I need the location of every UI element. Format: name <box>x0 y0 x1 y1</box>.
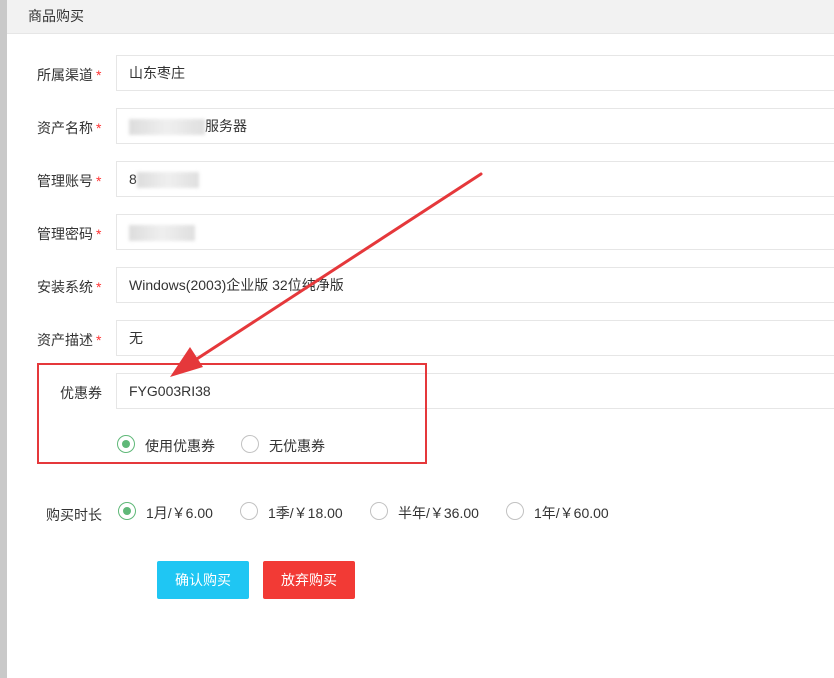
account-label: 管理账号 * <box>37 173 102 189</box>
radio-label: 使用优惠券 <box>145 438 215 454</box>
coupon-radio-group: 使用优惠券 无优惠券 <box>117 433 417 457</box>
radio-duration-1-month[interactable]: 1月/￥6.00 <box>118 500 218 524</box>
radio-label: 1月/￥6.00 <box>146 505 213 521</box>
description-label: 资产描述 * <box>37 332 102 348</box>
account-row: 管理账号 * 8 <box>0 161 834 199</box>
panel-title: 商品购买 <box>28 8 84 24</box>
required-mark: * <box>96 332 102 348</box>
duration-label: 购买时长 <box>46 507 102 523</box>
coupon-label: 优惠券 <box>60 385 102 401</box>
confirm-purchase-button[interactable]: 确认购买 <box>157 561 249 599</box>
asset-name-row: 资产名称 * 服务器 <box>0 108 834 146</box>
channel-input[interactable]: 山东枣庄 <box>116 55 834 91</box>
radio-unchecked-icon <box>370 502 388 520</box>
radio-no-coupon[interactable]: 无优惠券 <box>241 433 341 457</box>
os-label: 安装系统 * <box>37 279 102 295</box>
account-value-prefix: 8 <box>129 171 137 187</box>
password-row: 管理密码 * <box>0 214 834 252</box>
required-mark: * <box>96 226 102 242</box>
duration-radio-group: 1月/￥6.00 1季/￥18.00 半年/￥36.00 1年/￥60.00 <box>118 500 638 524</box>
channel-row: 所属渠道 * 山东枣庄 <box>0 55 834 93</box>
radio-label: 无优惠券 <box>269 438 325 454</box>
radio-duration-half-year[interactable]: 半年/￥36.00 <box>370 500 490 524</box>
redacted-text <box>136 172 199 189</box>
radio-unchecked-icon <box>240 502 258 520</box>
asset-name-input[interactable]: 服务器 <box>116 108 834 144</box>
radio-unchecked-icon <box>241 435 259 453</box>
radio-checked-icon <box>117 435 135 453</box>
radio-label: 半年/￥36.00 <box>398 505 479 521</box>
channel-label: 所属渠道 * <box>37 67 102 83</box>
description-row: 资产描述 * 无 <box>0 320 834 358</box>
radio-duration-1-year[interactable]: 1年/￥60.00 <box>506 500 626 524</box>
radio-label: 1年/￥60.00 <box>534 505 609 521</box>
redacted-text <box>129 225 195 242</box>
account-input[interactable]: 8 <box>116 161 834 197</box>
cancel-purchase-button[interactable]: 放弃购买 <box>263 561 355 599</box>
radio-checked-icon <box>118 502 136 520</box>
coupon-row: 优惠券 FYG003RI38 <box>0 373 834 411</box>
password-input[interactable] <box>116 214 834 250</box>
coupon-input[interactable]: FYG003RI38 <box>116 373 834 409</box>
radio-duration-1-quarter[interactable]: 1季/￥18.00 <box>240 500 350 524</box>
required-mark: * <box>96 120 102 136</box>
radio-use-coupon[interactable]: 使用优惠券 <box>117 433 227 457</box>
asset-name-value-suffix: 服务器 <box>205 118 247 134</box>
radio-unchecked-icon <box>506 502 524 520</box>
required-mark: * <box>96 67 102 83</box>
asset-name-label: 资产名称 * <box>37 120 102 136</box>
radio-label: 1季/￥18.00 <box>268 505 343 521</box>
os-input[interactable]: Windows(2003)企业版 32位纯净版 <box>116 267 834 303</box>
required-mark: * <box>96 279 102 295</box>
redacted-text <box>129 119 205 136</box>
description-input[interactable]: 无 <box>116 320 834 356</box>
panel-header: 商品购买 <box>7 0 834 34</box>
os-row: 安装系统 * Windows(2003)企业版 32位纯净版 <box>0 267 834 305</box>
required-mark: * <box>96 173 102 189</box>
password-label: 管理密码 * <box>37 226 102 242</box>
